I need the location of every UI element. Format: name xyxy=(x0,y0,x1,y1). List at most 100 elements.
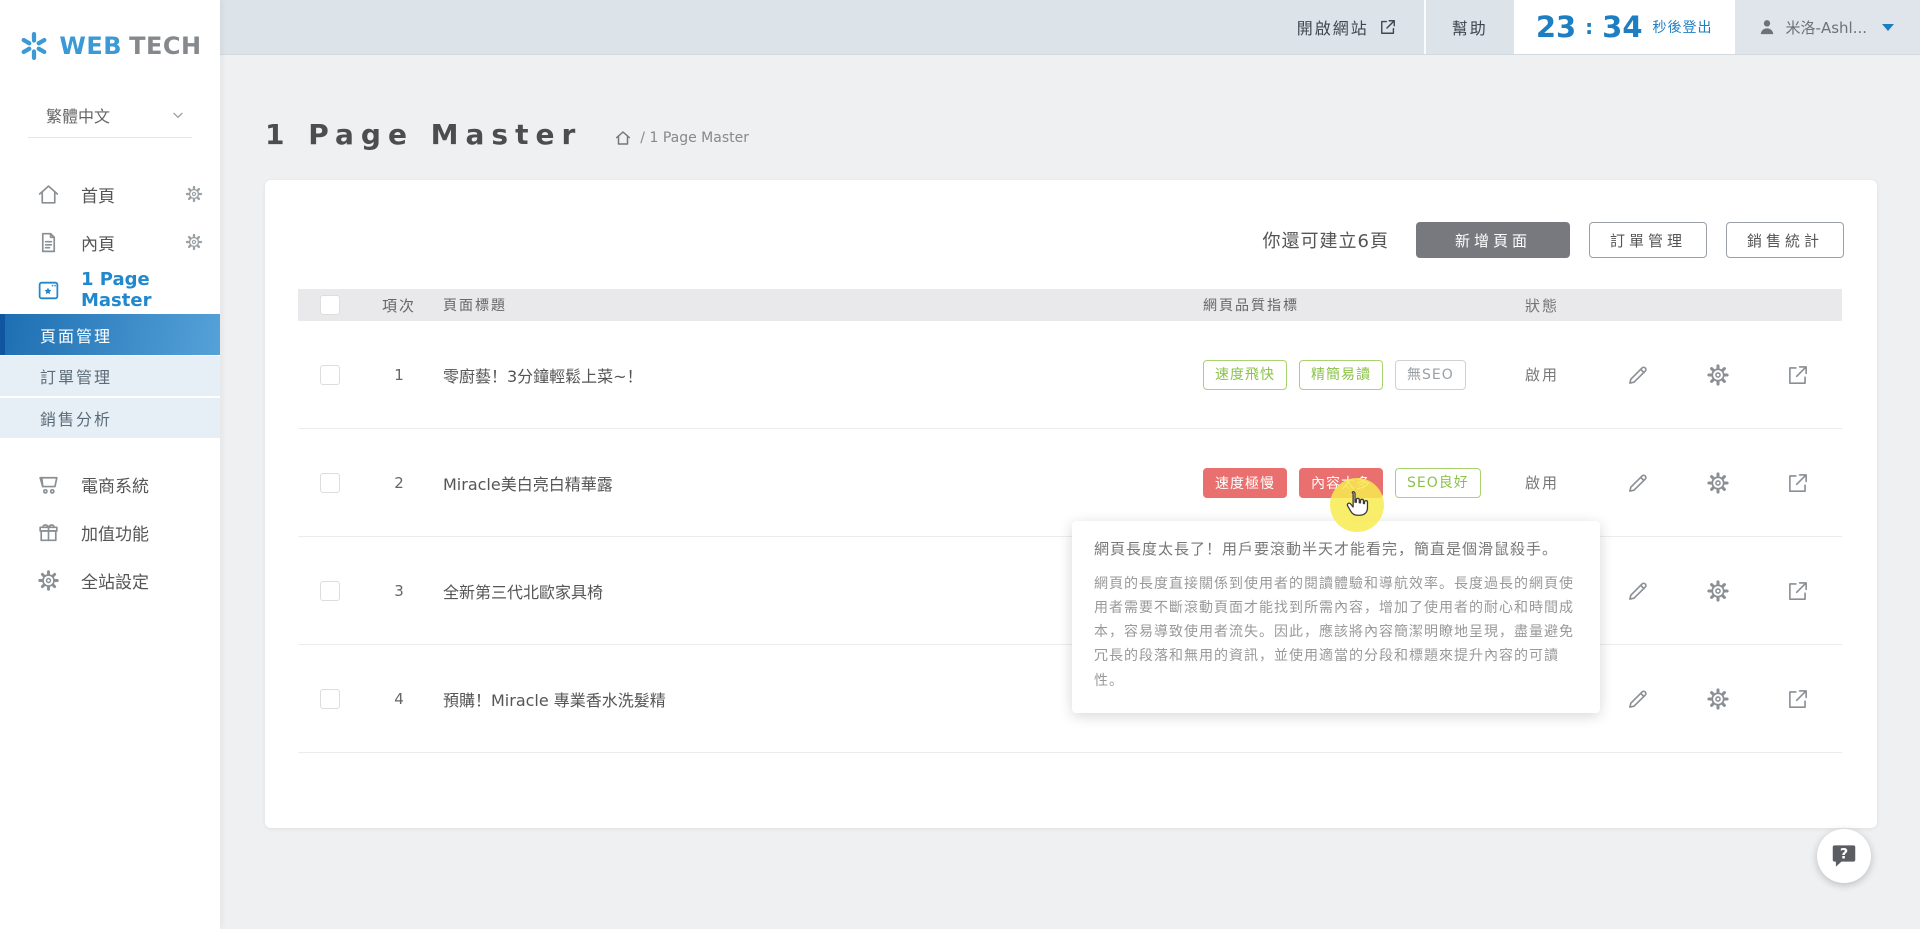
table-row: 4 預購！Miracle 專業香水洗髮精 xyxy=(298,645,1842,753)
row-index: 3 xyxy=(370,582,428,600)
header-title: 頁面標題 xyxy=(428,295,1203,315)
user-icon xyxy=(1757,17,1777,37)
star-window-icon xyxy=(36,278,61,303)
settings-gear-icon[interactable] xyxy=(1705,362,1731,388)
subitem-label: 頁面管理 xyxy=(40,323,112,347)
quality-badge[interactable]: 速度極慢 xyxy=(1203,468,1287,498)
row-checkbox[interactable] xyxy=(320,689,340,709)
sidebar-item-label: 1 Page Master xyxy=(81,269,220,311)
question-bubble-icon: ? xyxy=(1829,841,1859,871)
user-menu[interactable]: 米洛-Ashl... xyxy=(1735,0,1920,54)
sidebar-item-page-master[interactable]: 1 Page Master xyxy=(0,266,220,314)
sidebar-item-label: 電商系統 xyxy=(81,472,149,497)
tooltip-title: 網頁長度太長了！用戶要滾動半天才能看完，簡直是個滑鼠殺手。 xyxy=(1094,538,1576,561)
external-link-icon xyxy=(1378,17,1398,37)
sidebar-item-label: 內頁 xyxy=(81,230,115,255)
quality-badge[interactable]: SEO良好 xyxy=(1395,468,1481,498)
document-icon xyxy=(36,230,61,255)
sidebar-item-ecommerce[interactable]: 電商系統 xyxy=(0,460,220,508)
row-checkbox[interactable] xyxy=(320,473,340,493)
help-label: 幫助 xyxy=(1452,15,1488,39)
page-title: 1 Page Master xyxy=(265,118,582,151)
cart-icon xyxy=(36,472,61,497)
row-index: 1 xyxy=(370,366,428,384)
table-row: 2 Miracle美白亮白精華露 速度極慢 內容太多 SEO良好 啟用 xyxy=(298,429,1842,537)
table-row: 3 全新第三代北歐家具椅 xyxy=(298,537,1842,645)
settings-gear-icon[interactable] xyxy=(1705,578,1731,604)
settings-gear-icon[interactable] xyxy=(1705,470,1731,496)
gear-icon[interactable] xyxy=(184,184,204,204)
status-text: 啟用 xyxy=(1525,472,1625,493)
breadcrumb-text: / 1 Page Master xyxy=(640,130,749,146)
row-checkbox[interactable] xyxy=(320,365,340,385)
row-index: 4 xyxy=(370,690,428,708)
timer-minutes: 23 xyxy=(1536,10,1576,44)
open-site-link[interactable]: 開啟網站 xyxy=(1271,0,1424,54)
timer-seconds: 34 xyxy=(1602,10,1642,44)
timer-separator: : xyxy=(1585,15,1593,39)
cursor-highlight xyxy=(1330,478,1384,532)
page-title-cell: Miracle美白亮白精華露 xyxy=(428,471,1203,495)
language-selector[interactable]: 繁體中文 xyxy=(28,92,192,138)
page-title-cell: 零廚藝！3分鐘輕鬆上菜~！ xyxy=(428,363,1203,387)
help-link[interactable]: 幫助 xyxy=(1426,0,1514,54)
quality-badge[interactable]: 無SEO xyxy=(1395,360,1466,390)
sidebar-subitem-sales-analysis[interactable]: 銷售分析 xyxy=(0,398,220,438)
edit-pencil-icon[interactable] xyxy=(1625,686,1651,712)
sidebar-item-addons[interactable]: 加值功能 xyxy=(0,508,220,556)
select-all-checkbox[interactable] xyxy=(320,295,340,315)
asterisk-icon xyxy=(18,30,50,62)
sidebar-item-home[interactable]: 首頁 xyxy=(0,170,220,218)
topbar: 開啟網站 幫助 23 : 34 秒後登出 米洛-Ashl... xyxy=(220,0,1920,55)
subitem-label: 訂單管理 xyxy=(40,364,112,388)
logout-timer: 23 : 34 秒後登出 xyxy=(1514,0,1735,54)
help-fab-button[interactable]: ? xyxy=(1817,829,1871,883)
brand-word-web: WEB xyxy=(59,32,122,60)
quota-text: 你還可建立6頁 xyxy=(1263,227,1389,253)
sidebar-item-label: 首頁 xyxy=(81,182,115,207)
subitem-label: 銷售分析 xyxy=(40,406,112,430)
pages-table: 項次 頁面標題 網頁品質指標 狀態 1 零廚藝！3分鐘輕鬆上菜~！ 速度飛快 精… xyxy=(298,289,1842,753)
gear-icon xyxy=(36,568,61,593)
open-external-icon[interactable] xyxy=(1785,686,1811,712)
breadcrumb: / 1 Page Master xyxy=(614,129,749,151)
status-text: 啟用 xyxy=(1525,364,1625,385)
sidebar-subitem-order-management[interactable]: 訂單管理 xyxy=(0,356,220,396)
open-external-icon[interactable] xyxy=(1785,578,1811,604)
sidebar-item-site-settings[interactable]: 全站設定 xyxy=(0,556,220,604)
table-row: 1 零廚藝！3分鐘輕鬆上菜~！ 速度飛快 精簡易讀 無SEO 啟用 xyxy=(298,321,1842,429)
home-icon xyxy=(614,129,632,147)
sidebar-item-label: 全站設定 xyxy=(81,568,149,593)
header-index: 項次 xyxy=(370,295,428,316)
gift-icon xyxy=(36,520,61,545)
sales-stats-button[interactable]: 銷售統計 xyxy=(1726,222,1844,258)
open-external-icon[interactable] xyxy=(1785,362,1811,388)
gear-icon[interactable] xyxy=(184,232,204,252)
edit-pencil-icon[interactable] xyxy=(1625,362,1651,388)
open-external-icon[interactable] xyxy=(1785,470,1811,496)
table-header: 項次 頁面標題 網頁品質指標 狀態 xyxy=(298,289,1842,321)
sidebar-item-label: 加值功能 xyxy=(81,520,149,545)
tooltip-body: 網頁的長度直接關係到使用者的閱讀體驗和導航效率。長度過長的網頁使用者需要不斷滾動… xyxy=(1094,572,1576,692)
order-management-button[interactable]: 訂單管理 xyxy=(1589,222,1707,258)
quality-badge[interactable]: 精簡易讀 xyxy=(1299,360,1383,390)
user-name: 米洛-Ashl... xyxy=(1786,17,1867,38)
settings-gear-icon[interactable] xyxy=(1705,686,1731,712)
header-status: 狀態 xyxy=(1525,295,1625,316)
sidebar-item-inner-page[interactable]: 內頁 xyxy=(0,218,220,266)
brand-word-tech: TECH xyxy=(129,32,201,60)
quality-badge[interactable]: 速度飛快 xyxy=(1203,360,1287,390)
question-mark: ? xyxy=(1840,847,1848,863)
edit-pencil-icon[interactable] xyxy=(1625,578,1651,604)
row-checkbox[interactable] xyxy=(320,581,340,601)
brand-logo: WEB TECH xyxy=(0,0,220,92)
chevron-down-icon xyxy=(170,107,186,123)
row-index: 2 xyxy=(370,474,428,492)
caret-down-icon xyxy=(1882,24,1894,31)
sidebar-subitem-page-management[interactable]: 頁面管理 xyxy=(0,314,220,355)
page-list-panel: 你還可建立6頁 新增頁面 訂單管理 銷售統計 項次 頁面標題 網頁品質指標 狀態… xyxy=(265,180,1877,828)
add-page-button[interactable]: 新增頁面 xyxy=(1416,222,1570,258)
language-label: 繁體中文 xyxy=(46,103,110,127)
edit-pencil-icon[interactable] xyxy=(1625,470,1651,496)
sidebar: WEB TECH 繁體中文 首頁 內頁 xyxy=(0,0,220,929)
